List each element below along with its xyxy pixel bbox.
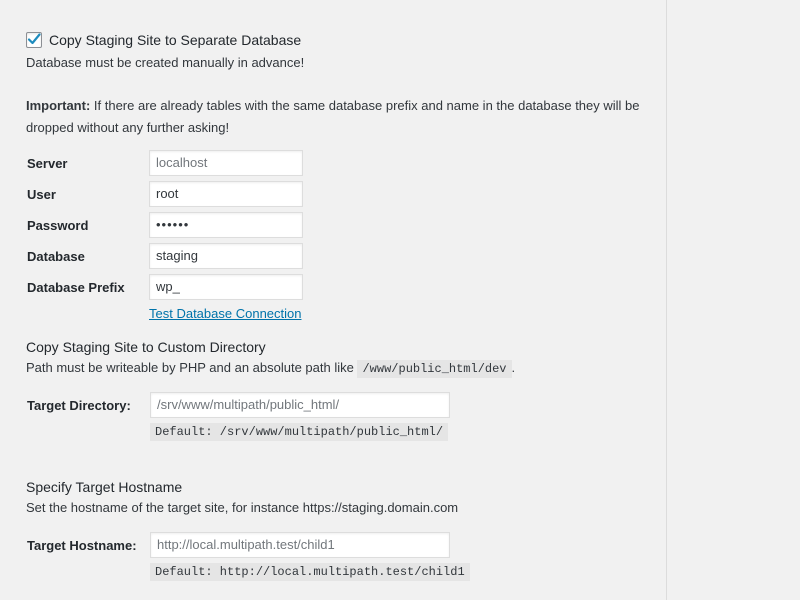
user-label: User [27, 187, 56, 202]
database-prefix-input[interactable]: wp_ [149, 274, 303, 300]
important-text: If there are already tables with the sam… [26, 98, 640, 135]
example-path-code: /www/public_html/dev [357, 360, 512, 378]
custom-directory-title: Copy Staging Site to Custom Directory [26, 339, 266, 355]
important-warning: Important: If there are already tables w… [26, 95, 646, 139]
target-hostname-label: Target Hostname: [27, 538, 137, 553]
separate-database-label[interactable]: Copy Staging Site to Separate Database [49, 32, 301, 48]
target-directory-input[interactable]: /srv/www/multipath/public_html/ [150, 392, 450, 418]
checkmark-icon [27, 33, 41, 45]
target-directory-label: Target Directory: [27, 398, 131, 413]
password-label: Password [27, 218, 89, 233]
settings-panel: Copy Staging Site to Separate Database D… [0, 0, 666, 600]
manual-creation-note: Database must be created manually in adv… [26, 55, 305, 70]
sidebar-panel [666, 0, 800, 600]
target-directory-default: Default: /srv/www/multipath/public_html/ [150, 423, 449, 441]
custom-directory-desc-text: Path must be writeable by PHP and an abs… [26, 360, 354, 375]
user-input[interactable]: root [149, 181, 303, 207]
custom-directory-description: Path must be writeable by PHP and an abs… [26, 360, 516, 378]
test-connection-link[interactable]: Test Database Connection [149, 306, 301, 321]
target-hostname-description: Set the hostname of the target site, for… [26, 500, 459, 515]
database-input[interactable]: staging [149, 243, 303, 269]
target-hostname-input[interactable]: http://local.multipath.test/child1 [150, 532, 450, 558]
server-input[interactable]: localhost [149, 150, 303, 176]
important-prefix: Important: [26, 98, 91, 113]
database-label: Database [27, 249, 85, 264]
separate-database-checkbox[interactable] [26, 32, 42, 48]
target-hostname-default: Default: http://local.multipath.test/chi… [150, 563, 470, 581]
password-input[interactable]: •••••• [149, 212, 303, 238]
custom-directory-desc-end: . [511, 360, 516, 375]
server-label: Server [27, 156, 68, 171]
database-prefix-label: Database Prefix [27, 280, 125, 295]
target-hostname-title: Specify Target Hostname [26, 479, 183, 495]
